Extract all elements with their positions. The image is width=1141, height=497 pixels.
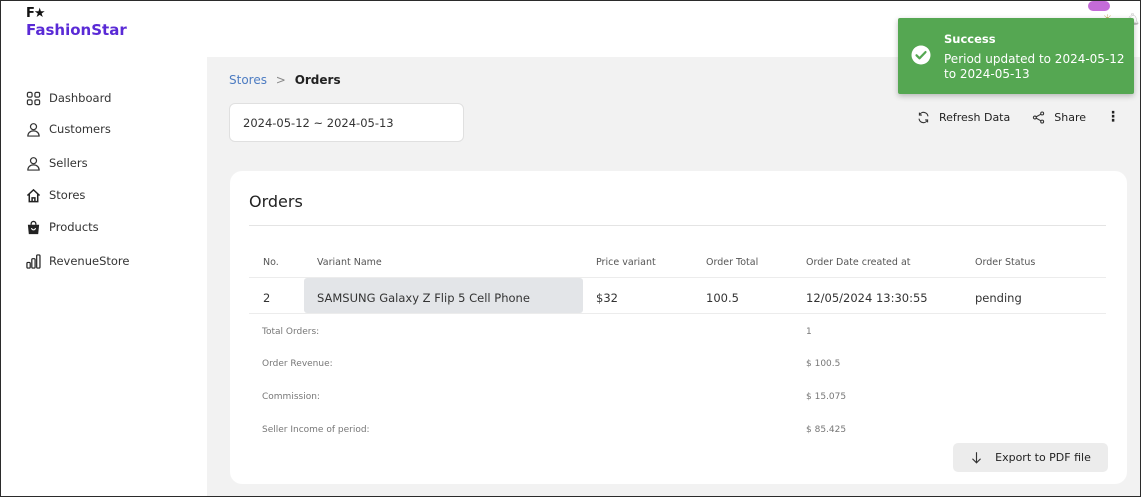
breadcrumb-current: Orders xyxy=(294,73,341,87)
column-header-order-date: Order Date created at xyxy=(806,257,911,268)
summary-seller-income-value: $ 85.425 xyxy=(806,425,847,435)
share-icon xyxy=(1033,110,1045,124)
sidebar-item-products[interactable]: Products xyxy=(26,216,99,238)
column-header-order-total: Order Total xyxy=(706,257,759,268)
sidebar-item-dashboard[interactable]: Dashboard xyxy=(26,87,111,109)
sidebar-item-label: Stores xyxy=(49,188,86,202)
row-divider xyxy=(249,313,1106,314)
sidebar-item-label: Sellers xyxy=(49,156,88,170)
column-header-variant-name: Variant Name xyxy=(317,257,382,268)
breadcrumb-stores-link[interactable]: Stores xyxy=(229,73,267,87)
arrow-down-icon xyxy=(972,452,982,464)
share-button[interactable]: Share xyxy=(1032,111,1086,124)
card-divider xyxy=(249,225,1106,226)
more-options-icon[interactable]: ⋮ xyxy=(1106,109,1120,125)
summary-commission-value: $ 15.075 xyxy=(806,392,847,402)
sidebar-item-revenuestore[interactable]: RevenueStore xyxy=(26,250,129,272)
toast-title: Success xyxy=(944,32,996,46)
sidebar-item-label: Products xyxy=(49,220,99,234)
sidebar: F★ FashionStar Dashboard Customers Selle… xyxy=(1,1,207,496)
summary-total-orders-value: 1 xyxy=(806,327,812,337)
shopping-bag-icon xyxy=(27,220,40,234)
home-icon xyxy=(26,188,41,202)
cell-order-total: 100.5 xyxy=(706,291,739,305)
breadcrumb-separator: > xyxy=(275,73,286,87)
cell-variant-name[interactable]: SAMSUNG Galaxy Z Flip 5 Cell Phone xyxy=(317,291,530,305)
export-pdf-button[interactable]: Export to PDF file xyxy=(953,443,1108,472)
refresh-data-label: Refresh Data xyxy=(938,110,1011,124)
cell-order-date: 12/05/2024 13:30:55 xyxy=(806,291,928,305)
user-icon xyxy=(27,156,40,171)
export-pdf-label: Export to PDF file xyxy=(995,451,1091,464)
summary-total-orders-label: Total Orders: xyxy=(262,327,320,337)
check-circle-icon xyxy=(911,45,931,65)
orders-card: Orders No. Variant Name Price variant Or… xyxy=(230,171,1127,484)
summary-order-revenue-value: $ 100.5 xyxy=(806,359,841,369)
refresh-data-button[interactable]: Refresh Data xyxy=(917,111,1010,124)
toast-message: Period updated to 2024-05-12 to 2024-05-… xyxy=(944,52,1125,81)
summary-order-revenue-label: Order Revenue: xyxy=(262,359,333,369)
column-header-order-status: Order Status xyxy=(975,257,1036,268)
sidebar-item-customers[interactable]: Customers xyxy=(26,118,111,140)
sidebar-item-label: Customers xyxy=(49,122,111,136)
user-icon xyxy=(27,122,40,137)
cell-order-status: pending xyxy=(975,291,1022,305)
summary-seller-income-label: Seller Income of period: xyxy=(262,425,370,435)
breadcrumb: Stores > Orders xyxy=(229,73,341,87)
success-toast[interactable]: Success Period updated to 2024-05-12 to … xyxy=(898,18,1134,94)
summary-commission-label: Commission: xyxy=(262,392,320,402)
column-header-price-variant: Price variant xyxy=(596,257,656,268)
sidebar-item-stores[interactable]: Stores xyxy=(26,184,85,206)
column-header-no: No. xyxy=(263,257,279,268)
card-title: Orders xyxy=(249,192,303,211)
date-range-picker[interactable]: 2024-05-12 ~ 2024-05-13 xyxy=(229,103,464,142)
brand-logo-mark: F★ xyxy=(26,6,46,21)
share-label: Share xyxy=(1054,110,1086,124)
cell-price-variant: $32 xyxy=(596,291,618,305)
bar-chart-icon xyxy=(26,253,41,269)
toolbar-actions: Refresh Data Share ⋮ xyxy=(895,109,1120,125)
cell-no: 2 xyxy=(263,291,271,305)
brand-name[interactable]: FashionStar xyxy=(26,21,127,39)
sidebar-item-sellers[interactable]: Sellers xyxy=(26,152,88,174)
main-content: Stores > Orders 2024-05-12 ~ 2024-05-13 … xyxy=(207,57,1140,496)
sidebar-item-label: RevenueStore xyxy=(49,254,130,268)
app-window: F★ FashionStar Dashboard Customers Selle… xyxy=(0,0,1141,497)
grid-icon xyxy=(26,91,41,105)
refresh-icon xyxy=(918,111,929,123)
sidebar-item-label: Dashboard xyxy=(49,91,112,105)
